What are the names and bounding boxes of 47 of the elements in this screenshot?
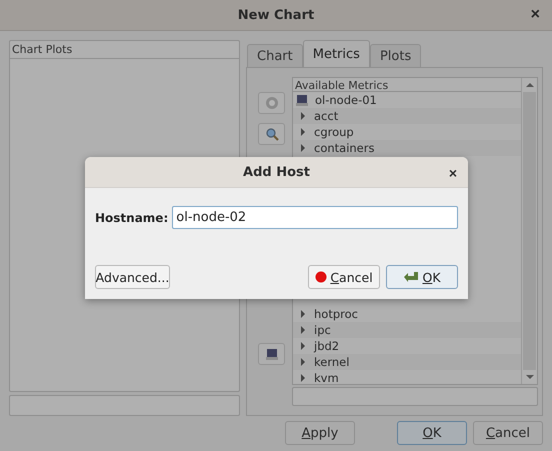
text-field[interactable] <box>9 395 240 416</box>
help-button[interactable] <box>258 92 285 114</box>
tree-item[interactable]: jbd2 <box>293 338 521 354</box>
metric-name: jbd2 <box>314 339 340 353</box>
column-header: Available Metrics <box>293 78 521 92</box>
window-title: New Chart <box>238 8 314 22</box>
dialog-button[interactable]: Advanced... <box>95 265 170 289</box>
stop-icon <box>315 271 328 283</box>
scroll-up-icon <box>526 82 534 88</box>
tree-item[interactable]: kvm <box>293 370 521 384</box>
dialog-button[interactable]: Cancel <box>308 265 380 289</box>
dialog-button[interactable]: OK <box>397 421 467 445</box>
tab[interactable]: Chart <box>247 44 303 67</box>
tree-item[interactable]: cgroup <box>293 124 521 140</box>
metric-name: ipc <box>314 323 331 337</box>
scroll-down-icon <box>526 374 534 380</box>
computer-icon <box>264 348 278 360</box>
tree-item[interactable]: acct <box>293 108 521 124</box>
search-icon <box>264 127 278 141</box>
dialog-title: Add Host <box>243 164 310 180</box>
tree-item[interactable]: hotproc <box>293 306 521 322</box>
tab[interactable]: Plots <box>370 44 422 67</box>
host-name: ol-node-01 <box>315 93 377 107</box>
tree-item[interactable]: ipc <box>293 322 521 338</box>
metric-name: acct <box>314 109 338 123</box>
metric-name: hotproc <box>314 307 358 321</box>
close-button[interactable]: × <box>446 165 460 181</box>
scrollbar[interactable] <box>521 78 537 384</box>
column-header: Chart Plots <box>10 41 239 59</box>
tab[interactable]: Metrics <box>302 40 370 67</box>
dialog-button[interactable]: Cancel <box>473 421 543 445</box>
tree-item[interactable]: kernel <box>293 354 521 370</box>
search-button[interactable] <box>258 123 285 145</box>
metric-name: kernel <box>314 355 350 369</box>
computer-icon <box>295 94 309 106</box>
hostname-label: Hostname: <box>95 210 168 224</box>
dialog-button[interactable]: OK <box>386 265 458 289</box>
hostname-field[interactable]: ol-node-02 <box>172 206 458 229</box>
text-field[interactable] <box>292 387 538 406</box>
metric-name: cgroup <box>314 125 354 139</box>
dialog-button[interactable]: Apply <box>285 421 355 445</box>
add-host-button[interactable] <box>258 343 285 365</box>
tree-item[interactable]: ol-node-01 <box>293 92 521 108</box>
metric-name: kvm <box>314 371 339 384</box>
metric-name: containers <box>314 141 374 155</box>
close-button[interactable]: × <box>526 6 544 24</box>
tree-item[interactable]: containers <box>293 140 521 156</box>
